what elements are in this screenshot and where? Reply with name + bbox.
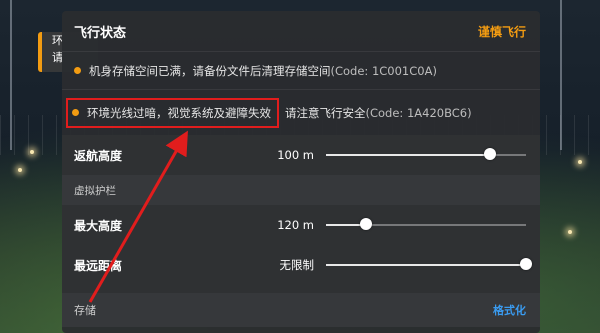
panel-header: 飞行状态 谨慎飞行 bbox=[62, 11, 540, 51]
format-button[interactable]: 格式化 bbox=[493, 302, 526, 318]
max-altitude-slider[interactable] bbox=[326, 218, 526, 232]
highlight-box: 环境光线过暗，视觉系统及避障失效 bbox=[66, 97, 279, 128]
return-altitude-row: 返航高度 100 m bbox=[62, 135, 540, 175]
return-altitude-label: 返航高度 bbox=[74, 148, 123, 163]
max-distance-label: 最远距离 bbox=[74, 258, 123, 273]
slider-fill bbox=[326, 154, 490, 156]
status-advice: 请注意飞行安全 bbox=[285, 105, 366, 120]
cautious-flight-button[interactable]: 谨慎飞行 bbox=[478, 23, 526, 40]
slider-knob[interactable] bbox=[484, 148, 496, 160]
background-light bbox=[578, 160, 582, 164]
virtual-fence-header: 虚拟护栏 bbox=[62, 175, 540, 205]
slider-knob[interactable] bbox=[360, 218, 372, 230]
status-item-low-light: 环境光线过暗，视觉系统及避障失效 请注意飞行安全 (Code: 1A420BC6… bbox=[62, 89, 540, 135]
virtual-fence-section: 最大高度 120 m 最远距离 无限制 bbox=[62, 205, 540, 285]
max-altitude-label: 最大高度 bbox=[74, 218, 123, 233]
return-section: 返航高度 100 m bbox=[62, 135, 540, 175]
storage-label: 存储 bbox=[74, 304, 96, 317]
background-pole bbox=[560, 0, 562, 150]
return-altitude-value: 100 m bbox=[277, 148, 314, 162]
virtual-fence-label: 虚拟护栏 bbox=[74, 184, 116, 197]
warning-dot-icon bbox=[72, 109, 79, 116]
background-light bbox=[568, 230, 572, 234]
background-pole bbox=[10, 0, 12, 150]
status-code: (Code: 1C001C0A) bbox=[330, 63, 437, 78]
max-distance-value: 无限制 bbox=[279, 258, 315, 272]
background-light bbox=[30, 150, 34, 154]
panel-title: 飞行状态 bbox=[74, 25, 127, 41]
max-altitude-row: 最大高度 120 m bbox=[62, 205, 540, 245]
status-text: 环境光线过暗，视觉系统及避障失效 bbox=[87, 105, 271, 120]
storage-row: 存储 格式化 bbox=[62, 293, 540, 327]
warning-dot-icon bbox=[74, 67, 81, 74]
slider-fill bbox=[326, 264, 526, 266]
max-distance-row: 最远距离 无限制 bbox=[62, 245, 540, 285]
max-distance-slider[interactable] bbox=[326, 258, 532, 272]
status-code: (Code: 1A420BC6) bbox=[365, 105, 472, 120]
status-text: 机身存储空间已满，请备份文件后清理存储空间 bbox=[89, 63, 331, 78]
slider-knob[interactable] bbox=[520, 258, 532, 270]
status-item-storage: 机身存储空间已满，请备份文件后清理存储空间 (Code: 1C001C0A) bbox=[62, 51, 540, 89]
max-altitude-value: 120 m bbox=[277, 218, 314, 232]
return-altitude-slider[interactable] bbox=[326, 148, 526, 162]
flight-status-panel: 飞行状态 谨慎飞行 机身存储空间已满，请备份文件后清理存储空间 (Code: 1… bbox=[62, 11, 540, 333]
spacer bbox=[62, 285, 540, 293]
background-light bbox=[18, 168, 22, 172]
